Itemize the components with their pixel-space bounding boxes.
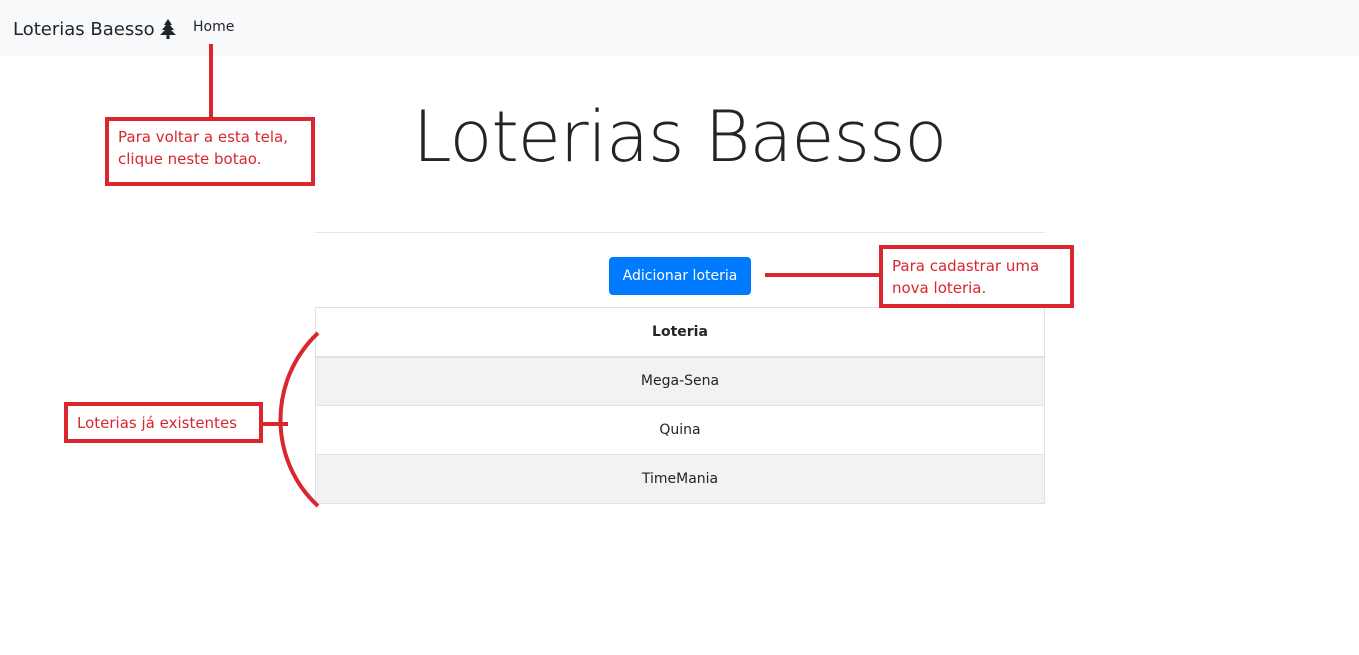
column-header-loteria: Loteria: [315, 307, 1045, 358]
table-cell[interactable]: Mega-Sena: [315, 356, 1045, 406]
table-row[interactable]: Quina: [315, 405, 1045, 455]
add-callout: Para cadastrar uma nova loteria.: [879, 245, 1074, 308]
nav-home-link[interactable]: Home: [193, 19, 234, 35]
divider: [315, 232, 1045, 233]
table-cell[interactable]: TimeMania: [315, 454, 1045, 504]
top-navbar: Loterias Baesso Home: [0, 0, 1359, 56]
add-lottery-button[interactable]: Adicionar loteria: [609, 257, 751, 295]
table-header-row: Loteria: [315, 307, 1045, 358]
brand-label: Loterias Baesso: [13, 18, 155, 40]
table-row[interactable]: TimeMania: [315, 454, 1045, 504]
table-cell[interactable]: Quina: [315, 405, 1045, 455]
lottery-table: Loteria Mega-Sena Quina TimeMania: [315, 307, 1045, 504]
table-row[interactable]: Mega-Sena: [315, 356, 1045, 406]
tree-icon: [159, 19, 176, 39]
existing-lotteries-callout: Loterias já existentes: [64, 402, 263, 443]
home-callout: Para voltar a esta tela, clique neste bo…: [105, 117, 315, 186]
navbar-brand[interactable]: Loterias Baesso: [13, 16, 176, 42]
